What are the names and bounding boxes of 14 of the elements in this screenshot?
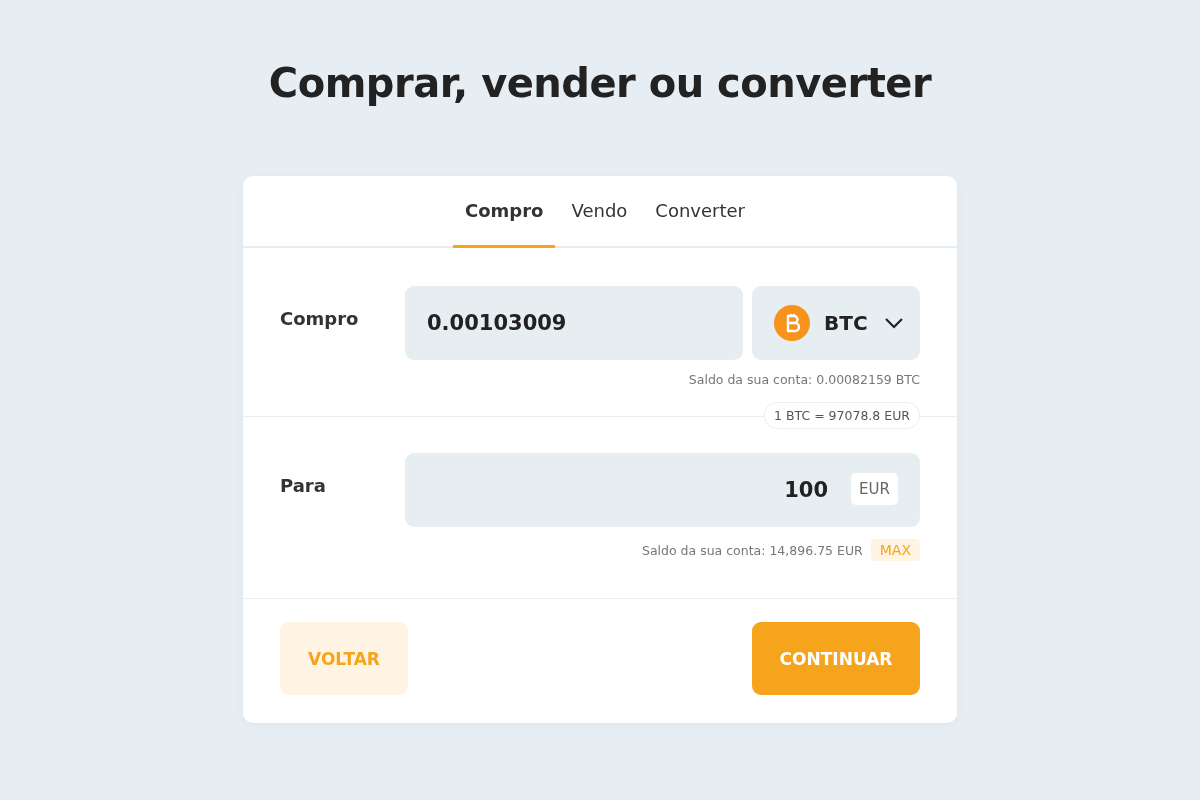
tab[interactable]: Compro [453,176,556,248]
page-title: Comprar, vender ou converter [268,59,932,108]
field-label: Para [280,474,327,498]
field-label: Compro [280,307,360,331]
amount-field[interactable]: 0.00103009 [405,286,743,360]
tab[interactable]: Converter [643,176,757,248]
tab[interactable]: Vendo [559,176,640,248]
exchange-rate: 1 BTC = 97078.8 EUR [764,402,920,429]
currency-tag: EUR [851,473,898,505]
coin-icon [774,305,810,341]
balance-text: Saldo da sua conta: 0.00082159 BTC [688,372,920,387]
balance-text: Saldo da sua conta: 14,896.75 EUR [641,542,863,558]
caret-icon [883,317,904,329]
currency-dropdown[interactable]: BTC [752,286,920,360]
